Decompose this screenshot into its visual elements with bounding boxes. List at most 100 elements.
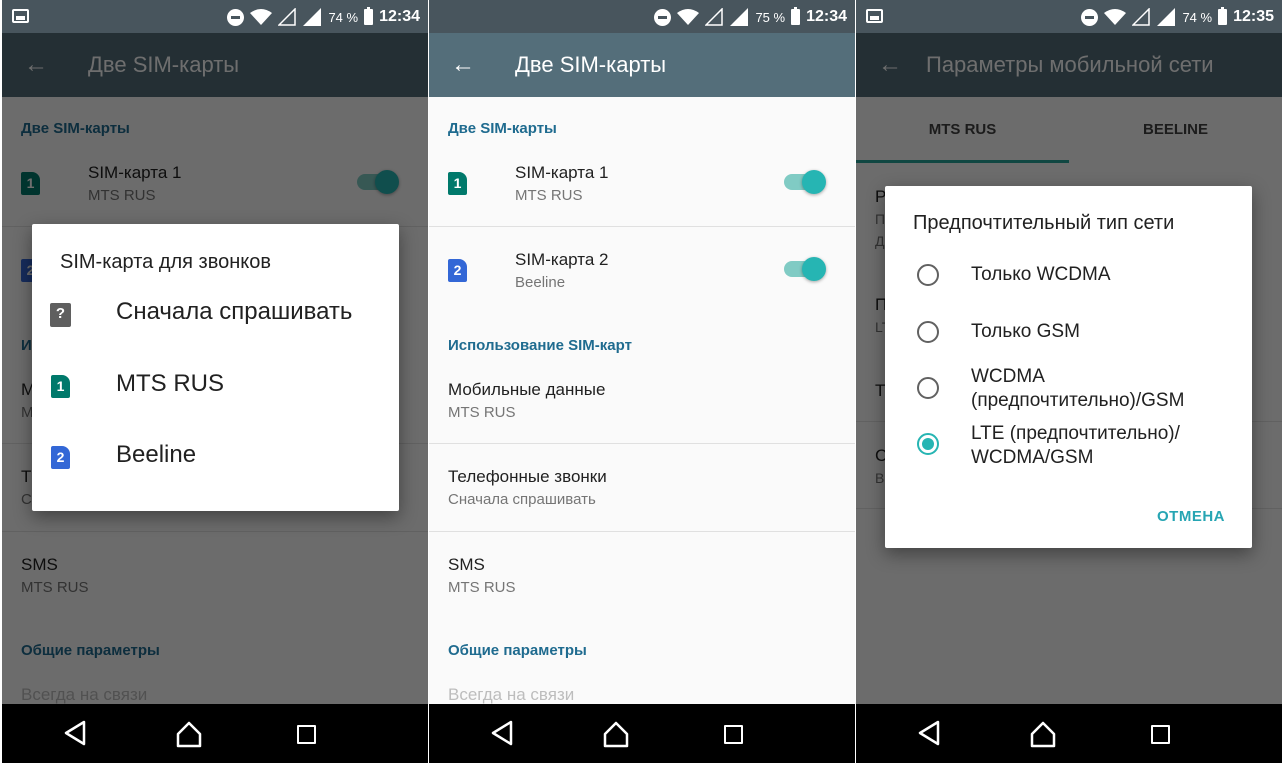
nav-home-icon[interactable] — [175, 720, 203, 748]
row-peek: Т — [875, 381, 886, 400]
divider — [429, 443, 855, 444]
screenshot-icon — [866, 9, 883, 23]
sim2-title[interactable]: SIM-карта 2 — [515, 250, 608, 270]
wifi-icon — [1104, 9, 1127, 25]
sim2-icon: 2 — [448, 259, 467, 282]
divider — [429, 226, 855, 227]
phone-screen-2: 75 % 12:34 ← Две SIM-карты Две SIM-карты… — [429, 0, 855, 763]
battery-percent: 74 % — [1182, 9, 1213, 25]
nav-recents-icon[interactable] — [297, 725, 316, 744]
page-title: Две SIM-карты — [515, 52, 667, 77]
tab-mts[interactable]: MTS RUS — [856, 97, 1069, 163]
clock: 12:35 — [1233, 8, 1274, 25]
dialog-option-mts[interactable]: MTS RUS — [116, 370, 224, 398]
section-header-general: Общие параметры — [448, 642, 587, 659]
always-on-title: Всегда на связи — [21, 685, 148, 704]
option-lte-wcdma-gsm[interactable]: LTE (предпочтительно)/ WCDMA/GSM — [971, 422, 1231, 470]
phone-screen-1: 74 % 12:34 ← Две SIM-карты Две SIM-карты… — [2, 0, 428, 763]
navigation-bar — [2, 704, 428, 763]
row-peek-sub: П — [875, 211, 886, 227]
mobile-data-subtitle: MTS RUS — [448, 404, 516, 421]
option-wcdma-only[interactable]: Только WCDMA — [971, 263, 1231, 287]
always-on-title: Всегда на связи — [448, 685, 575, 704]
back-arrow-icon[interactable]: ← — [878, 51, 902, 79]
radio-wcdma-only[interactable] — [917, 264, 939, 286]
sms-title[interactable]: SMS — [21, 555, 58, 575]
phone-screen-3: 74 % 12:35 ← Параметры мобильной сети MT… — [856, 0, 1282, 763]
tab-beeline[interactable]: BEELINE — [1069, 97, 1282, 163]
clock: 12:34 — [806, 8, 847, 25]
calls-title[interactable]: Т — [21, 467, 31, 487]
radio-gsm-only[interactable] — [917, 321, 939, 343]
option-gsm-only[interactable]: Только GSM — [971, 320, 1231, 344]
row-peek-sub: Д — [875, 233, 885, 249]
nav-recents-icon[interactable] — [1151, 725, 1170, 744]
sms-subtitle: MTS RUS — [21, 579, 89, 596]
screenshot-icon — [12, 9, 29, 23]
sim2-subtitle: Beeline — [515, 274, 566, 291]
radio-lte-wcdma-gsm[interactable] — [917, 433, 939, 455]
back-arrow-icon[interactable]: ← — [451, 51, 475, 79]
app-bar: ← Две SIM-карты — [2, 33, 428, 97]
nav-back-icon[interactable] — [916, 720, 942, 746]
app-bar: ← Две SIM-карты — [429, 33, 855, 97]
nav-recents-icon[interactable] — [724, 725, 743, 744]
nav-home-icon[interactable] — [1029, 720, 1057, 748]
back-arrow-icon[interactable]: ← — [24, 51, 48, 79]
calls-subtitle: С — [21, 491, 32, 508]
mobile-data-title[interactable]: Мобильные данные — [448, 380, 605, 400]
wifi-icon — [677, 9, 700, 25]
no-signal-sim-icon — [278, 8, 297, 26]
sim1-icon: 1 — [51, 375, 70, 398]
sim2-icon: 2 — [51, 446, 70, 469]
do-not-disturb-icon — [654, 8, 672, 26]
sim2-toggle[interactable] — [784, 257, 826, 281]
sim-tabs: MTS RUS BEELINE — [856, 97, 1282, 163]
cancel-button[interactable]: ОТМЕНА — [1157, 508, 1225, 525]
page-title: Параметры мобильной сети — [926, 52, 1214, 77]
row-peek-sub: В — [875, 470, 885, 486]
calls-title[interactable]: Телефонные звонки — [448, 467, 607, 487]
settings-list: Две SIM-карты 1 SIM-карта 1 MTS RUS 2 SI… — [429, 97, 855, 704]
app-bar: ← Параметры мобильной сети — [856, 33, 1282, 97]
nav-home-icon[interactable] — [602, 720, 630, 748]
no-signal-sim-icon — [1132, 8, 1151, 26]
sim1-icon: 1 — [21, 172, 40, 195]
section-header-usage: Использование SIM-карт — [448, 337, 632, 354]
dialog-title: Предпочтительный тип сети — [913, 212, 1175, 234]
nav-back-icon[interactable] — [489, 720, 515, 746]
do-not-disturb-icon — [227, 8, 245, 26]
battery-icon — [364, 7, 374, 25]
option-wcdma-gsm[interactable]: WCDMA (предпочтительно)/GSM — [971, 365, 1231, 413]
dialog-option-ask[interactable]: Сначала спрашивать — [116, 298, 352, 326]
no-signal-sim-icon — [705, 8, 724, 26]
battery-percent: 75 % — [755, 9, 786, 25]
status-bar: 74 % 12:35 — [856, 0, 1282, 33]
signal-icon — [730, 8, 749, 26]
section-header-dual-sim: Две SIM-карты — [21, 120, 130, 137]
battery-icon — [1218, 7, 1228, 25]
section-header-general: Общие параметры — [21, 642, 160, 659]
clock: 12:34 — [379, 8, 420, 25]
sim1-toggle[interactable] — [784, 170, 826, 194]
network-type-dialog: Предпочтительный тип сети Только WCDMA Т… — [885, 186, 1252, 548]
sim1-title[interactable]: SIM-карта 1 — [515, 163, 608, 183]
section-header-usage: И — [21, 337, 32, 354]
battery-percent: 74 % — [328, 9, 359, 25]
signal-icon — [1157, 8, 1176, 26]
radio-wcdma-gsm[interactable] — [917, 377, 939, 399]
question-icon: ? — [50, 303, 71, 327]
nav-back-icon[interactable] — [62, 720, 88, 746]
calls-subtitle: Сначала спрашивать — [448, 491, 596, 508]
sim1-toggle[interactable] — [357, 170, 399, 194]
divider — [429, 531, 855, 532]
call-sim-dialog: SIM-карта для звонков ? Сначала спрашива… — [32, 224, 399, 511]
dialog-option-beeline[interactable]: Beeline — [116, 441, 196, 469]
page-title: Две SIM-карты — [88, 52, 240, 77]
sim1-icon: 1 — [448, 172, 467, 195]
status-bar: 74 % 12:34 — [2, 0, 428, 33]
sms-title[interactable]: SMS — [448, 555, 485, 575]
sms-subtitle: MTS RUS — [448, 579, 516, 596]
battery-icon — [791, 7, 801, 25]
sim1-title[interactable]: SIM-карта 1 — [88, 163, 181, 183]
